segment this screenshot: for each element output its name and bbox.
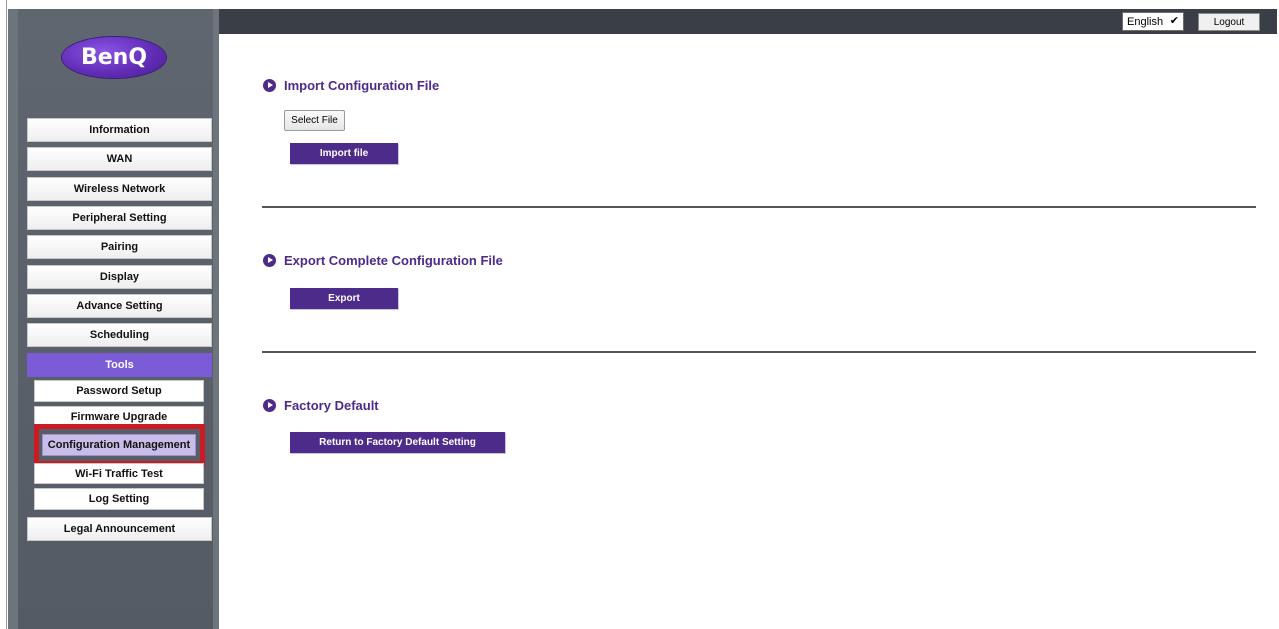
- sidebar-item-label: Tools: [105, 359, 134, 371]
- sidebar-subitem-label: Log Setting: [88, 493, 150, 505]
- language-select[interactable]: English ✔: [1122, 12, 1184, 31]
- window-frame-top: [0, 0, 1279, 9]
- export-section-heading: Export Complete Configuration File: [263, 253, 503, 268]
- export-button[interactable]: Export: [290, 288, 398, 309]
- sidebar-item-wan[interactable]: WAN: [27, 147, 212, 171]
- language-value: English: [1127, 15, 1164, 28]
- import-file-label: Import file: [319, 148, 369, 159]
- sidebar-item-label: Wireless Network: [73, 183, 166, 195]
- sidebar-edge: [8, 9, 18, 629]
- section-divider: [262, 351, 1256, 353]
- play-circle-icon: [263, 79, 276, 92]
- chevron-down-icon: ✔: [1169, 15, 1179, 27]
- sidebar-item-label: Pairing: [100, 241, 139, 253]
- sidebar-item-label: Scheduling: [89, 329, 150, 341]
- sidebar-item-label: Peripheral Setting: [72, 212, 167, 224]
- sidebar-subitem-label: Wi-Fi Traffic Test: [75, 467, 163, 480]
- select-file-label: Select File: [291, 115, 338, 126]
- benq-logo: BenQ: [62, 37, 166, 78]
- sidebar-item-legal-announcement[interactable]: Legal Announcement: [27, 517, 212, 541]
- section-title: Factory Default: [284, 398, 379, 413]
- sidebar-item-tools[interactable]: Tools: [27, 353, 212, 377]
- sidebar-item-label: Information: [89, 124, 150, 136]
- sidebar-item-display[interactable]: Display: [27, 265, 212, 289]
- play-circle-icon: [263, 399, 276, 412]
- section-divider: [262, 206, 1256, 208]
- sidebar-subitem-label: Firmware Upgrade: [70, 411, 168, 423]
- play-circle-icon: [263, 254, 276, 267]
- select-file-button[interactable]: Select File: [284, 110, 345, 131]
- logout-label: Logout: [1213, 16, 1245, 28]
- sidebar-item-peripheral-setting[interactable]: Peripheral Setting: [27, 206, 212, 230]
- logout-button[interactable]: Logout: [1198, 13, 1260, 31]
- top-bar: [219, 9, 1277, 34]
- section-title: Export Complete Configuration File: [284, 253, 503, 268]
- highlight-frame: [34, 424, 205, 466]
- sidebar-item-pairing[interactable]: Pairing: [27, 235, 212, 259]
- sidebar-item-label: Advance Setting: [76, 300, 163, 312]
- factory-default-button[interactable]: Return to Factory Default Setting: [290, 432, 505, 453]
- sidebar-subitem-log-setting[interactable]: Log Setting: [34, 488, 204, 510]
- sidebar-item-label: Legal Announcement: [63, 523, 176, 535]
- sidebar-item-advance-setting[interactable]: Advance Setting: [27, 294, 212, 318]
- sidebar-item-label: WAN: [106, 153, 133, 165]
- sidebar-item-information[interactable]: Information: [27, 118, 212, 142]
- sidebar-subitem-wifi-traffic-test[interactable]: Wi-Fi Traffic Test: [34, 463, 204, 484]
- section-title: Import Configuration File: [284, 78, 440, 93]
- factory-default-label: Return to Factory Default Setting: [319, 437, 476, 448]
- sidebar-edge: [213, 9, 219, 629]
- sidebar-item-label: Display: [99, 271, 140, 283]
- import-section-heading: Import Configuration File: [263, 78, 439, 93]
- factory-section-heading: Factory Default: [263, 398, 379, 413]
- sidebar-subitem-label: Password Setup: [76, 385, 162, 397]
- window-frame-left: [0, 0, 7, 629]
- sidebar-subitem-password-setup[interactable]: Password Setup: [34, 380, 204, 402]
- logo-text: BenQ: [80, 45, 148, 70]
- export-label: Export: [328, 293, 360, 304]
- sidebar-item-scheduling[interactable]: Scheduling: [27, 323, 212, 347]
- import-file-button[interactable]: Import file: [290, 143, 398, 164]
- sidebar-item-wireless-network[interactable]: Wireless Network: [27, 177, 212, 201]
